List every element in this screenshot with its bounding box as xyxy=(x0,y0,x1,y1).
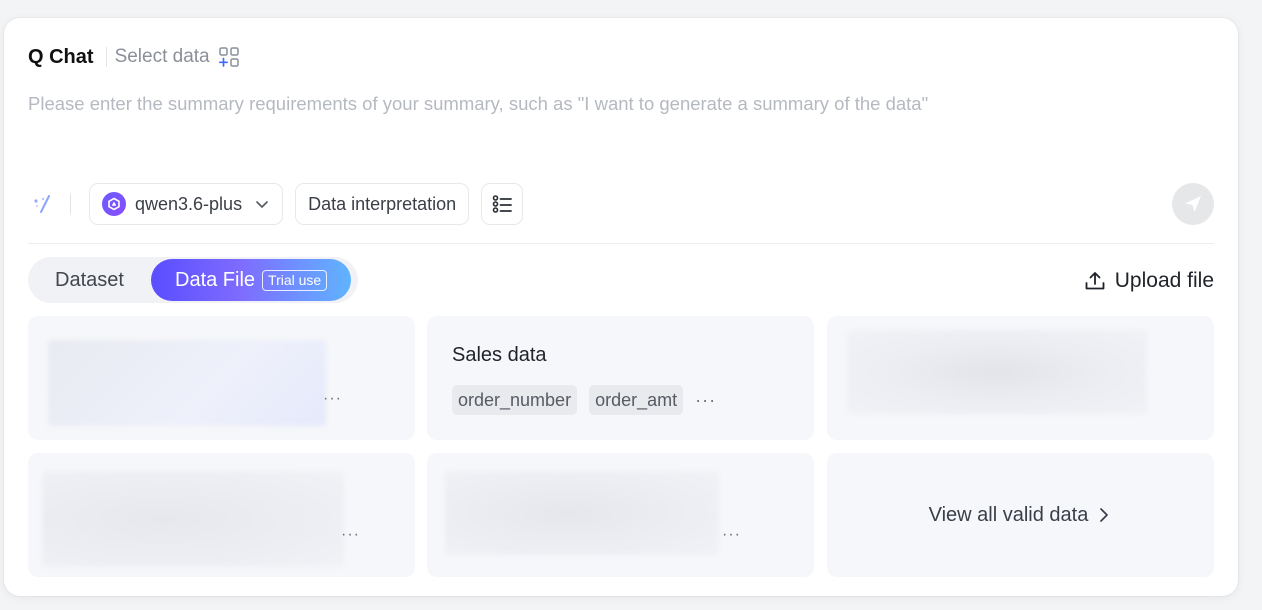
view-all-data-card[interactable]: View all valid data xyxy=(827,453,1214,577)
magic-wand-button[interactable] xyxy=(28,184,62,224)
more-icon: ··· xyxy=(695,389,717,410)
more-icon: ··· xyxy=(341,526,360,543)
blurred-card-content xyxy=(48,340,326,426)
list-settings-button[interactable] xyxy=(481,183,524,225)
upload-icon xyxy=(1085,272,1105,290)
field-tag: order_number xyxy=(452,385,578,415)
source-tabs: Dataset Data File Trial use xyxy=(28,257,358,303)
model-selector[interactable]: qwen3.6-plus xyxy=(89,183,284,225)
data-card[interactable]: ··· xyxy=(28,453,415,577)
blurred-card-content xyxy=(42,471,344,567)
model-logo-icon xyxy=(102,192,126,216)
send-button[interactable] xyxy=(1172,183,1214,225)
composer-toolbar: qwen3.6-plus Data interpretation xyxy=(28,183,1214,225)
tab-dataset-label: Dataset xyxy=(55,268,124,291)
trial-badge: Trial use xyxy=(262,269,328,291)
select-data-label: Select data xyxy=(114,46,210,67)
blurred-card-content xyxy=(445,471,719,555)
upload-file-button[interactable]: Upload file xyxy=(1083,268,1214,294)
data-card[interactable]: ··· xyxy=(427,453,814,577)
tab-data-file-label: Data File xyxy=(175,268,256,291)
field-tag: order_amt xyxy=(589,385,684,415)
field-tags: order_number order_amt ··· xyxy=(452,385,716,415)
chevron-down-icon xyxy=(256,201,268,208)
mode-data-interpretation-button[interactable]: Data interpretation xyxy=(295,183,470,225)
more-icon: ··· xyxy=(722,526,741,543)
view-all-label: View all valid data xyxy=(928,503,1089,526)
chat-panel: Q Chat Select data Please enter the summ… xyxy=(4,18,1238,596)
data-card-sales[interactable]: Sales data order_number order_amt ··· xyxy=(427,316,814,440)
blurred-card-content xyxy=(847,330,1147,414)
tab-data-file[interactable]: Data File Trial use xyxy=(151,259,352,301)
mode-label: Data interpretation xyxy=(308,193,457,214)
model-name: qwen3.6-plus xyxy=(135,193,243,214)
list-settings-icon xyxy=(492,195,513,213)
data-card[interactable]: ··· xyxy=(28,316,415,440)
toolbar-separator xyxy=(70,194,71,214)
header-separator xyxy=(105,47,107,67)
app-title: Q Chat xyxy=(28,45,94,68)
prompt-input[interactable] xyxy=(28,90,1214,118)
select-data-button[interactable]: Select data xyxy=(115,46,240,68)
chat-header: Q Chat Select data xyxy=(28,44,240,70)
grid-add-icon xyxy=(218,47,239,67)
tab-dataset[interactable]: Dataset xyxy=(28,259,148,301)
view-all-data-link[interactable]: View all valid data xyxy=(827,453,1214,577)
card-title: Sales data xyxy=(452,344,547,366)
more-icon: ··· xyxy=(323,390,342,407)
send-icon xyxy=(1185,196,1201,212)
chevron-right-icon xyxy=(1100,508,1109,522)
upload-file-label: Upload file xyxy=(1114,269,1214,292)
section-divider xyxy=(28,243,1214,244)
data-card[interactable] xyxy=(827,316,1214,440)
magic-wand-icon xyxy=(34,195,50,213)
